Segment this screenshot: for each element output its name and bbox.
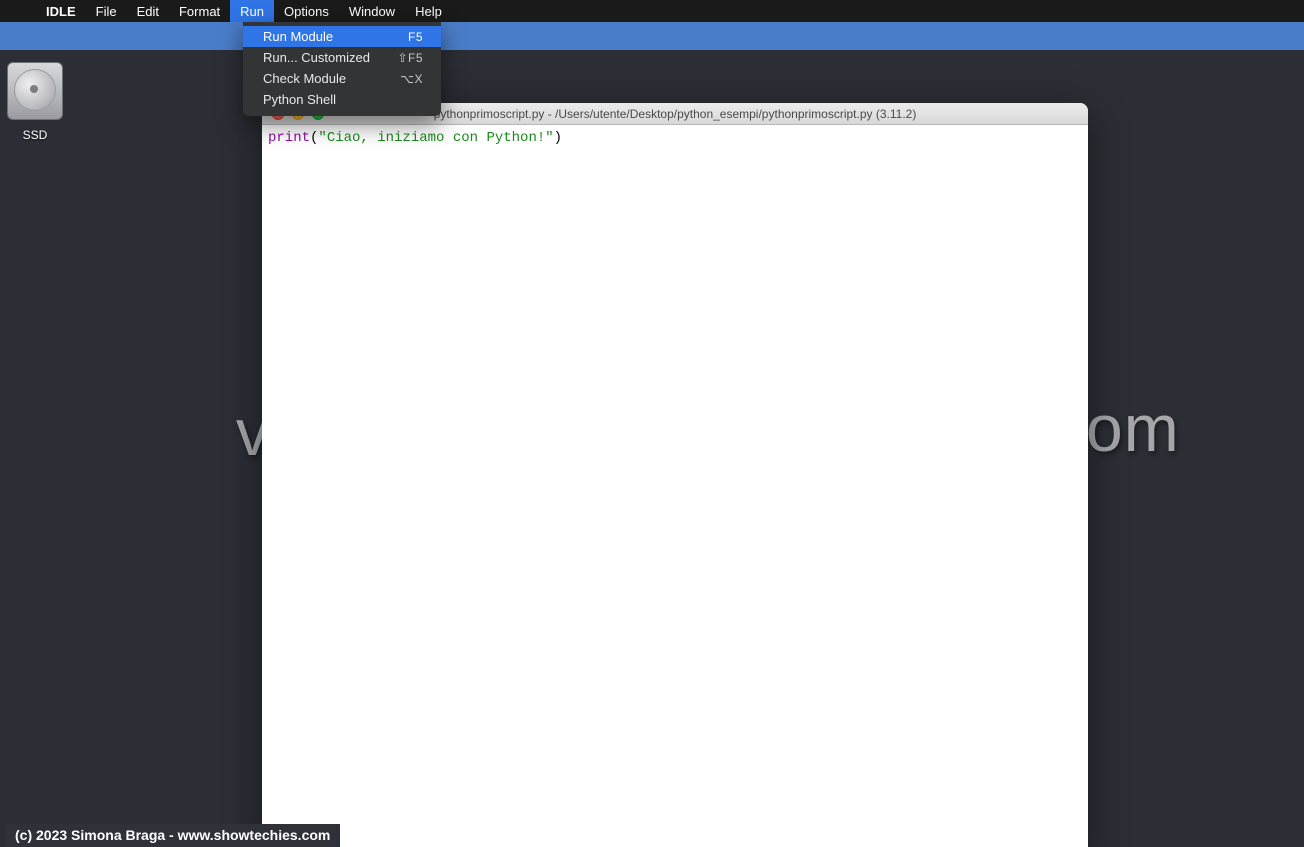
menu-options[interactable]: Options (274, 0, 339, 22)
menu-run-module-shortcut: F5 (408, 30, 423, 44)
copyright-notice: (c) 2023 Simona Braga - www.showtechies.… (5, 824, 340, 847)
code-editor-area[interactable]: print("Ciao, iniziamo con Python!") (262, 125, 1088, 153)
code-token-string: "Ciao, iniziamo con Python!" (318, 130, 553, 146)
menubar-app-name[interactable]: IDLE (36, 0, 86, 22)
menu-check-module[interactable]: Check Module ⌥X (243, 68, 441, 89)
desktop-selection-band (0, 22, 1304, 50)
menu-run[interactable]: Run (230, 0, 274, 22)
menu-check-module-shortcut: ⌥X (400, 72, 423, 86)
menu-python-shell[interactable]: Python Shell (243, 89, 441, 110)
menu-run-customized[interactable]: Run... Customized ⇧F5 (243, 47, 441, 68)
menu-file[interactable]: File (86, 0, 127, 22)
menu-run-module-label: Run Module (263, 29, 333, 44)
menu-format[interactable]: Format (169, 0, 230, 22)
harddrive-icon (7, 62, 63, 124)
menu-check-module-label: Check Module (263, 71, 346, 86)
menu-run-customized-shortcut: ⇧F5 (397, 51, 423, 65)
menu-edit[interactable]: Edit (127, 0, 169, 22)
menu-python-shell-label: Python Shell (263, 92, 336, 107)
desktop-drive-label: SSD (4, 128, 66, 142)
watermark-right: om (1086, 390, 1180, 466)
menu-run-customized-label: Run... Customized (263, 50, 370, 65)
menu-run-module[interactable]: Run Module F5 (243, 26, 441, 47)
idle-editor-window[interactable]: pythonprimoscript.py - /Users/utente/Des… (262, 103, 1088, 847)
desktop-drive-icon[interactable]: SSD (4, 62, 66, 142)
menu-window[interactable]: Window (339, 0, 405, 22)
run-menu-dropdown: Run Module F5 Run... Customized ⇧F5 Chec… (243, 22, 441, 116)
code-token-func: print (268, 130, 310, 146)
menu-help[interactable]: Help (405, 0, 452, 22)
menubar: IDLE File Edit Format Run Options Window… (0, 0, 1304, 22)
code-token-close-paren: ) (554, 130, 562, 146)
